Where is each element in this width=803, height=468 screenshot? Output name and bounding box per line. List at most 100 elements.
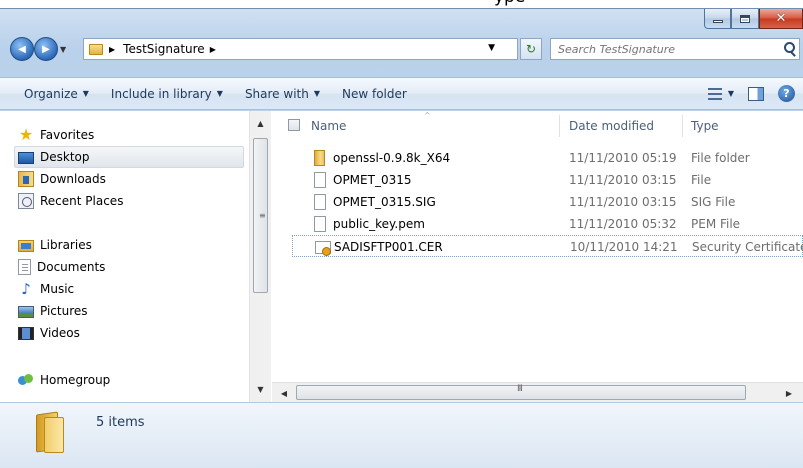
new-folder-label: New folder bbox=[342, 86, 407, 101]
scrollbar-thumb[interactable]: III bbox=[296, 384, 746, 400]
file-list-pane: Name ^ Date modified Type openssl-0.9.8k… bbox=[272, 111, 803, 402]
maximize-button[interactable] bbox=[731, 9, 759, 29]
file-name: OPMET_0315 bbox=[333, 173, 412, 187]
back-button[interactable]: ◀ bbox=[10, 37, 34, 61]
downloads-label: Downloads bbox=[40, 172, 106, 186]
close-button[interactable]: ✕ bbox=[759, 9, 803, 29]
forward-button[interactable]: ▶ bbox=[34, 37, 58, 61]
file-type: SIG File bbox=[691, 195, 736, 209]
file-icon bbox=[314, 216, 326, 232]
breadcrumb-separator[interactable]: ▶ bbox=[210, 45, 216, 54]
file-name: openssl-0.9.8k_X64 bbox=[333, 151, 451, 165]
file-icon bbox=[314, 172, 326, 188]
sidebar-item-videos[interactable]: Videos bbox=[18, 322, 80, 344]
dropdown-arrow-icon: ▼ bbox=[216, 89, 223, 98]
refresh-button[interactable]: ↻ bbox=[520, 38, 542, 60]
content-area: ★ Favorites Desktop Downloads Recent Pla… bbox=[0, 111, 803, 402]
caption-buttons: ✕ bbox=[704, 9, 803, 31]
preview-pane-icon[interactable] bbox=[748, 86, 764, 101]
column-name[interactable]: Name bbox=[311, 119, 346, 133]
star-icon: ★ bbox=[18, 125, 34, 144]
column-divider[interactable] bbox=[559, 115, 560, 137]
forward-arrow-icon: ▶ bbox=[42, 43, 50, 55]
folder-icon bbox=[36, 411, 66, 453]
file-row[interactable]: OPMET_0315 11/11/2010 03:15 File bbox=[292, 169, 803, 191]
navigation-bar: ◀ ▶ ▼ ▶ TestSignature ▶ ▼ ↻ bbox=[10, 37, 800, 62]
include-in-library-button[interactable]: Include in library ▼ bbox=[111, 87, 223, 101]
folder-icon bbox=[89, 43, 103, 55]
file-type: File bbox=[691, 173, 712, 187]
dropdown-arrow-icon: ▼ bbox=[82, 89, 89, 98]
organize-label: Organize bbox=[24, 86, 78, 101]
close-icon: ✕ bbox=[775, 11, 787, 26]
file-type: Security Certificate bbox=[692, 240, 803, 254]
organize-button[interactable]: Organize ▼ bbox=[24, 87, 89, 101]
navigation-pane-scrollbar[interactable]: ▲ ≡ ▼ bbox=[249, 111, 271, 402]
file-name: OPMET_0315.SIG bbox=[333, 195, 436, 209]
sidebar-item-desktop[interactable]: Desktop bbox=[18, 146, 90, 168]
search-icon[interactable] bbox=[784, 42, 795, 53]
search-box[interactable] bbox=[550, 38, 800, 60]
pictures-icon bbox=[18, 306, 34, 318]
new-folder-button[interactable]: New folder bbox=[342, 87, 407, 101]
music-icon: ♪ bbox=[21, 280, 31, 298]
file-name: public_key.pem bbox=[333, 217, 425, 231]
favorites-label: Favorites bbox=[40, 128, 95, 142]
sidebar-item-homegroup[interactable]: Homegroup bbox=[18, 369, 110, 391]
file-row[interactable]: public_key.pem 11/11/2010 05:32 PEM File bbox=[292, 213, 803, 235]
sidebar-item-libraries[interactable]: Libraries bbox=[18, 234, 92, 256]
file-date: 11/11/2010 03:15 bbox=[569, 195, 677, 209]
pictures-label: Pictures bbox=[40, 304, 88, 318]
change-view-button[interactable]: ▼ bbox=[707, 87, 734, 100]
file-row[interactable]: openssl-0.9.8k_X64 11/11/2010 05:19 File… bbox=[292, 147, 803, 169]
sidebar-item-music[interactable]: ♪ Music bbox=[18, 278, 74, 300]
file-row-focused[interactable]: SADISFTP001.CER 10/11/2010 14:21 Securit… bbox=[292, 235, 803, 257]
file-date: 11/11/2010 03:15 bbox=[569, 173, 677, 187]
sidebar-item-downloads[interactable]: Downloads bbox=[18, 168, 106, 190]
select-all-checkbox[interactable] bbox=[288, 119, 300, 131]
homegroup-icon bbox=[18, 372, 34, 388]
breadcrumb-separator[interactable]: ▶ bbox=[109, 45, 115, 54]
file-row[interactable]: OPMET_0315.SIG 11/11/2010 03:15 SIG File bbox=[292, 191, 803, 213]
column-type[interactable]: Type bbox=[691, 119, 719, 133]
homegroup-label: Homegroup bbox=[40, 373, 111, 387]
clipped-title-text: ype bbox=[494, 0, 525, 7]
search-input[interactable] bbox=[551, 39, 771, 59]
sidebar-item-recent-places[interactable]: Recent Places bbox=[18, 190, 123, 212]
column-date-modified[interactable]: Date modified bbox=[569, 119, 654, 133]
breadcrumb-testsignature[interactable]: TestSignature bbox=[123, 42, 205, 56]
libraries-icon bbox=[18, 240, 34, 252]
address-bar[interactable]: ▶ TestSignature ▶ ▼ bbox=[83, 38, 518, 60]
scrollbar-thumb[interactable]: ≡ bbox=[253, 138, 268, 293]
navigation-pane: ★ Favorites Desktop Downloads Recent Pla… bbox=[0, 111, 248, 402]
file-date: 10/11/2010 14:21 bbox=[570, 240, 678, 254]
documents-icon bbox=[18, 259, 31, 275]
address-dropdown-icon[interactable]: ▼ bbox=[488, 43, 495, 53]
scroll-up-icon[interactable]: ▲ bbox=[250, 115, 271, 132]
recent-pages-dropdown[interactable]: ▼ bbox=[60, 45, 66, 54]
scroll-down-icon[interactable]: ▼ bbox=[250, 381, 271, 398]
file-date: 11/11/2010 05:32 bbox=[569, 217, 677, 231]
file-type: File folder bbox=[691, 151, 750, 165]
certificate-icon bbox=[315, 241, 331, 256]
file-type: PEM File bbox=[691, 217, 741, 231]
sidebar-item-favorites[interactable]: ★ Favorites bbox=[18, 124, 94, 146]
sidebar-item-pictures[interactable]: Pictures bbox=[18, 300, 88, 322]
column-header: Name ^ Date modified Type bbox=[272, 111, 803, 141]
videos-icon bbox=[18, 327, 34, 340]
items-count: 5 items bbox=[96, 415, 145, 430]
column-divider[interactable] bbox=[682, 115, 683, 137]
share-with-button[interactable]: Share with ▼ bbox=[245, 87, 320, 101]
sidebar-item-documents[interactable]: Documents bbox=[18, 256, 105, 278]
file-date: 11/11/2010 05:19 bbox=[569, 151, 677, 165]
minimize-button[interactable] bbox=[704, 9, 731, 29]
file-list-horizontal-scrollbar[interactable]: ◀ III ▶ bbox=[272, 382, 803, 402]
downloads-icon bbox=[18, 171, 34, 187]
recent-places-label: Recent Places bbox=[40, 194, 124, 208]
share-with-label: Share with bbox=[244, 86, 309, 101]
views-icon bbox=[707, 87, 722, 100]
scroll-left-icon[interactable]: ◀ bbox=[276, 385, 292, 401]
scroll-right-icon[interactable]: ▶ bbox=[781, 385, 797, 401]
help-icon[interactable]: ? bbox=[778, 85, 795, 102]
file-name: SADISFTP001.CER bbox=[334, 240, 443, 254]
